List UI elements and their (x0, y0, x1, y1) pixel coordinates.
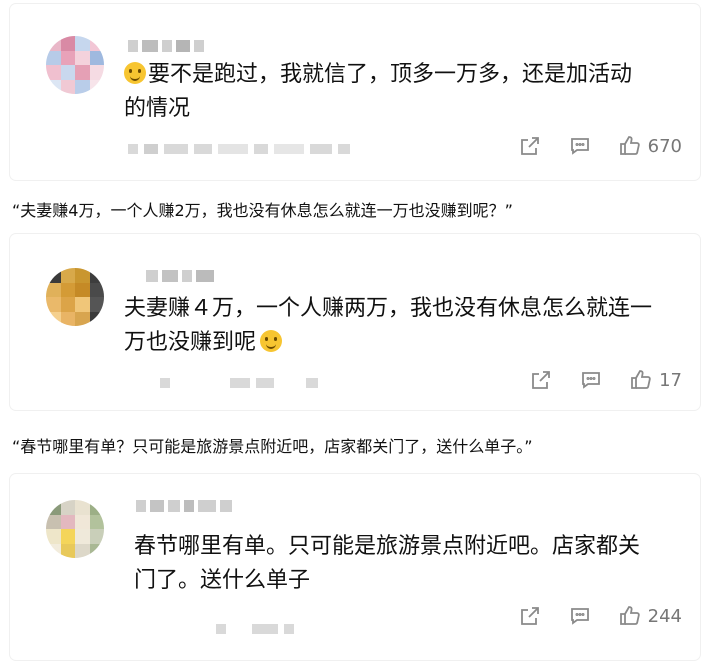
comment-line-2: 万也没赚到呢 (124, 330, 257, 355)
share-icon (520, 607, 539, 625)
share-icon (532, 371, 550, 389)
reply-button[interactable] (579, 368, 603, 392)
username[interactable] (146, 270, 214, 282)
thumbs-up-icon (619, 136, 640, 155)
comment-actions: 17 (503, 368, 682, 392)
smile-emoji (260, 330, 283, 352)
comment-icon (582, 372, 600, 389)
comment-actions: 244 (492, 604, 682, 628)
like-button[interactable]: 244 (618, 604, 682, 628)
like-count: 244 (647, 605, 682, 627)
quote-2: “春节哪里有单？只可能是旅游景点附近吧，店家都关门了，送什么单子。” (12, 437, 533, 456)
username[interactable] (128, 40, 204, 52)
laughing-tears-emoji (124, 62, 146, 84)
thumbs-up-icon (619, 606, 640, 625)
comment-meta (160, 378, 318, 388)
comment-actions: 670 (492, 134, 682, 158)
share-button[interactable] (529, 368, 553, 392)
username[interactable] (136, 500, 232, 512)
comment-card-1: 要不是跑过，我就信了，顶多一万多，还是加活动 的情况 670 (10, 4, 700, 180)
like-button[interactable]: 670 (618, 134, 682, 158)
avatar[interactable] (46, 268, 104, 326)
comment-text: 要不是跑过，我就信了，顶多一万多，还是加活动 的情况 (124, 58, 632, 126)
avatar[interactable] (46, 500, 104, 558)
comment-line-1: 夫妻赚４万，一个人赚两万，我也没有休息怎么就连一 (124, 296, 653, 321)
thumbs-up-icon (631, 370, 651, 389)
comment-icon (570, 138, 589, 155)
share-icon (520, 137, 539, 155)
comment-text: 春节哪里有单。只可能是旅游景点附近吧。店家都关 门了。送什么单子 (134, 530, 640, 598)
comment-text: 夫妻赚４万，一个人赚两万，我也没有休息怎么就连一 万也没赚到呢 (124, 292, 652, 360)
like-button[interactable]: 17 (629, 368, 682, 392)
comment-line-1: 春节哪里有单。只可能是旅游景点附近吧。店家都关 (134, 534, 641, 559)
reply-button[interactable] (568, 134, 592, 158)
comment-card-3: 春节哪里有单。只可能是旅游景点附近吧。店家都关 门了。送什么单子 244 (10, 474, 700, 660)
comment-icon (570, 608, 589, 625)
comment-line-2: 门了。送什么单子 (134, 568, 311, 593)
comment-line-1: 要不是跑过，我就信了，顶多一万多，还是加活动 (148, 62, 633, 87)
like-count: 17 (659, 369, 682, 391)
comment-meta (216, 624, 294, 634)
share-button[interactable] (518, 134, 542, 158)
like-count: 670 (647, 135, 682, 157)
comment-card-2: 夫妻赚４万，一个人赚两万，我也没有休息怎么就连一 万也没赚到呢 17 (10, 234, 700, 410)
comment-line-2: 的情况 (124, 96, 191, 121)
reply-button[interactable] (568, 604, 592, 628)
share-button[interactable] (518, 604, 542, 628)
avatar[interactable] (46, 36, 104, 94)
comment-meta (128, 144, 350, 154)
quote-1: “夫妻赚4万，一个人赚2万，我也没有休息怎么就连一万也没赚到呢？” (12, 201, 513, 220)
